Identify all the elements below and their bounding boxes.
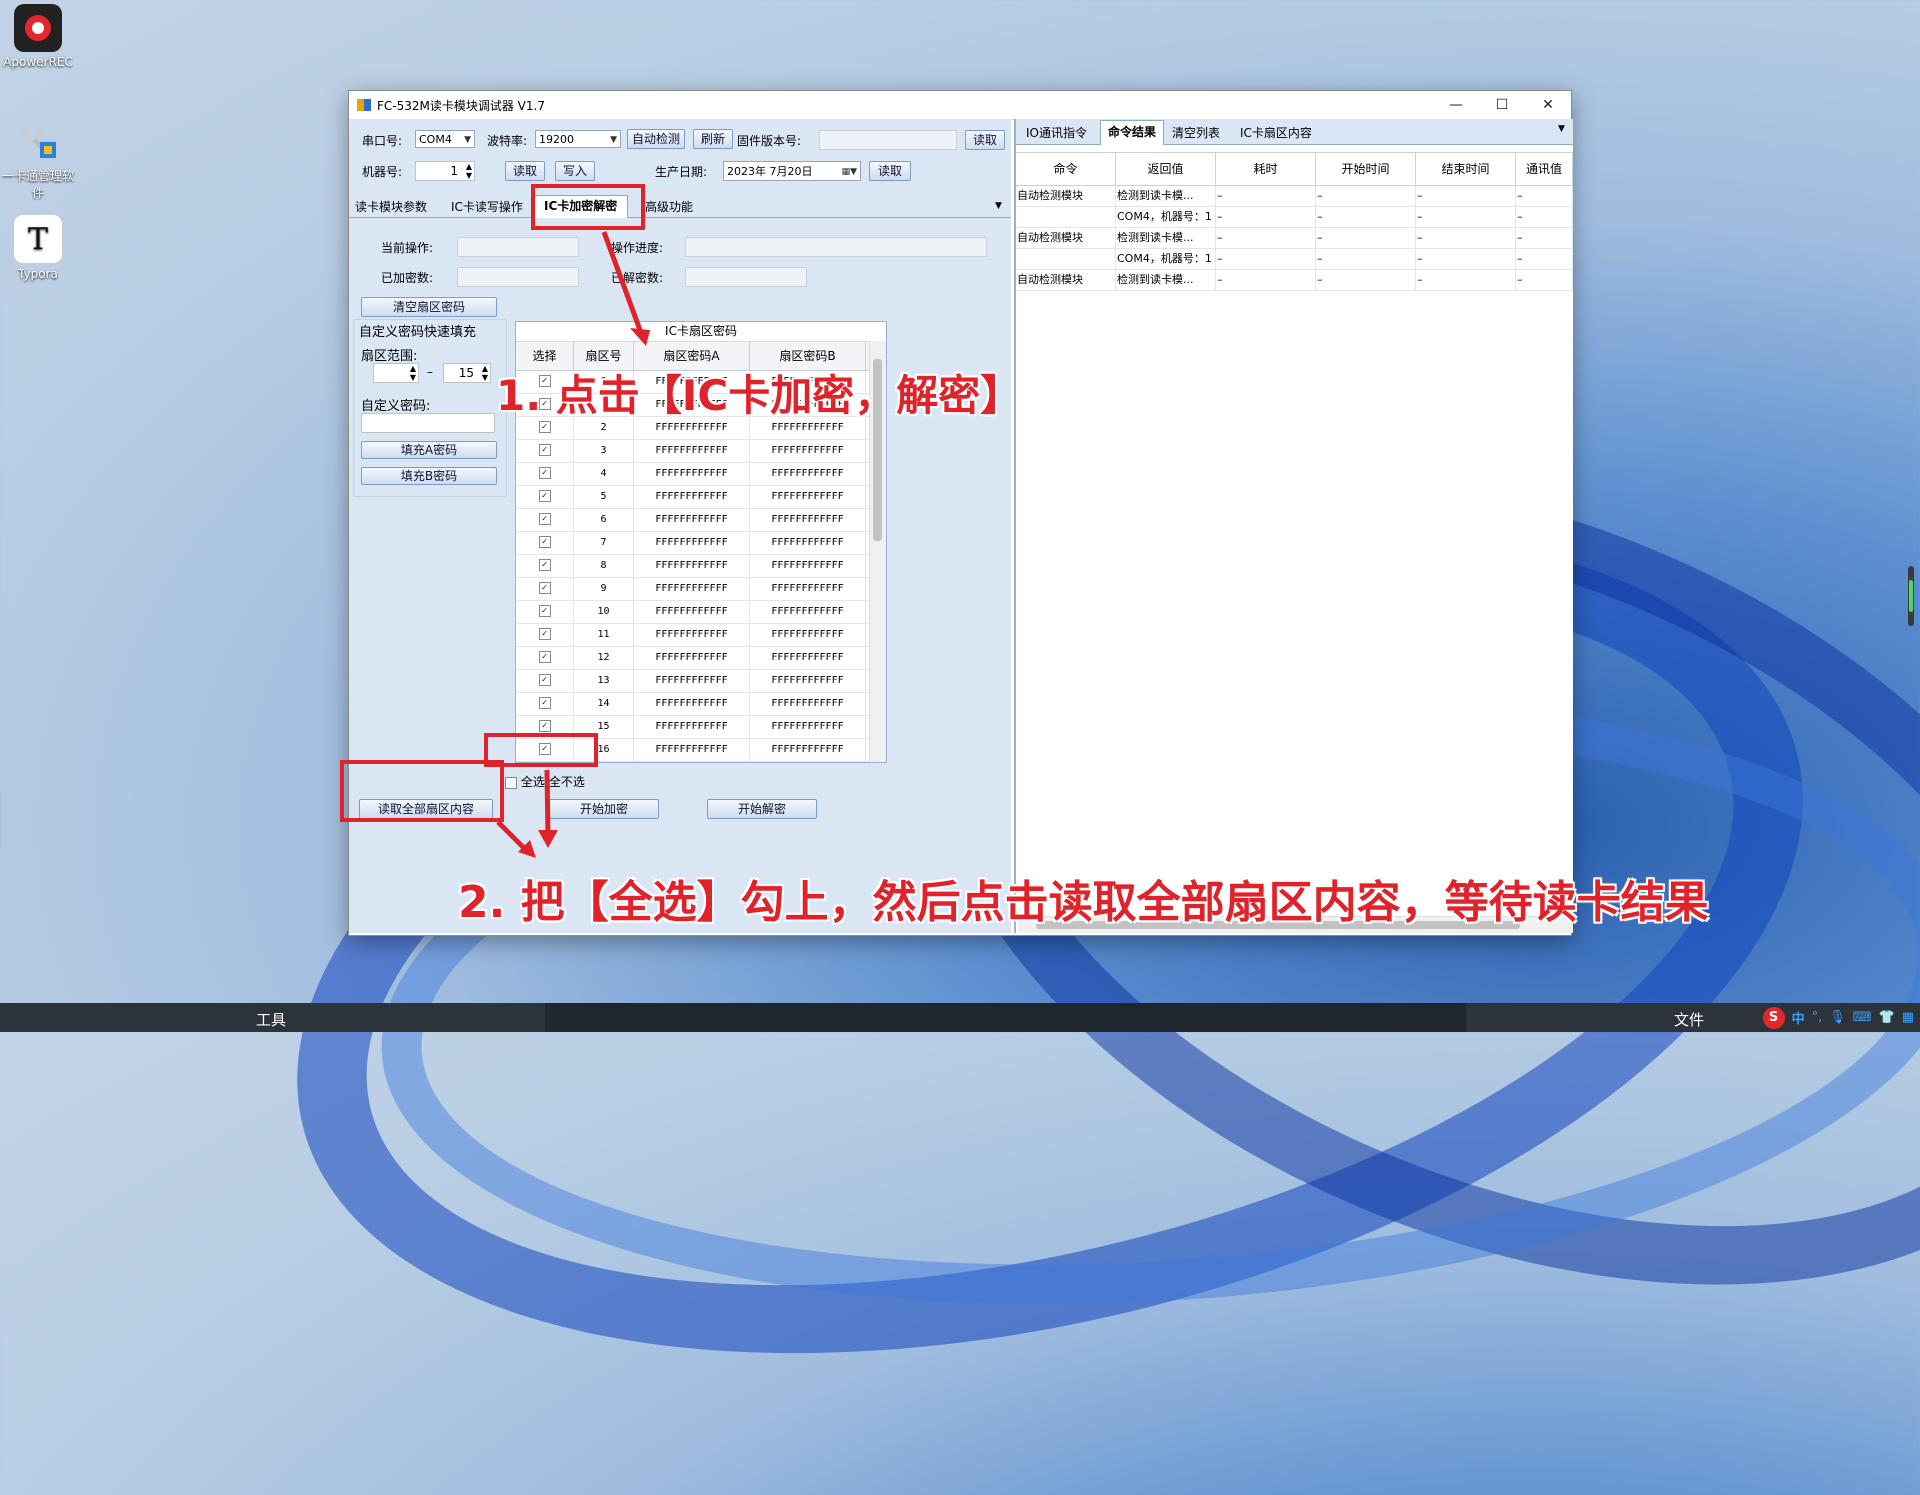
ime-punct-icon[interactable]: °, <box>1812 1010 1823 1025</box>
taskbar-tools[interactable]: 工具 <box>256 1009 286 1030</box>
microphone-icon[interactable]: 🎙 <box>1829 1010 1846 1025</box>
skin-icon[interactable]: 👕 <box>1879 1010 1895 1025</box>
screen-scroll-thumb <box>1909 580 1913 612</box>
annotation-step-1: 1. 点击【IC卡加密，解密】 <box>496 371 1023 420</box>
toolbox-icon[interactable]: ▦ <box>1902 1010 1914 1025</box>
taskbar: 工具 文件 S 中 °, 🎙 ⌨ 👕 ▦ <box>0 1003 1920 1032</box>
ime-mode[interactable]: 中 <box>1792 1008 1805 1027</box>
sogou-ime-icon[interactable]: S <box>1762 1006 1785 1029</box>
annotation-step-2: 2. 把【全选】勾上，然后点击读取全部扇区内容，等待读卡结果 <box>458 877 1709 928</box>
taskbar-files[interactable]: 文件 <box>1674 1009 1704 1030</box>
system-tray: S 中 °, 🎙 ⌨ 👕 ▦ <box>1762 1006 1914 1029</box>
keyboard-icon[interactable]: ⌨ <box>1853 1010 1872 1025</box>
